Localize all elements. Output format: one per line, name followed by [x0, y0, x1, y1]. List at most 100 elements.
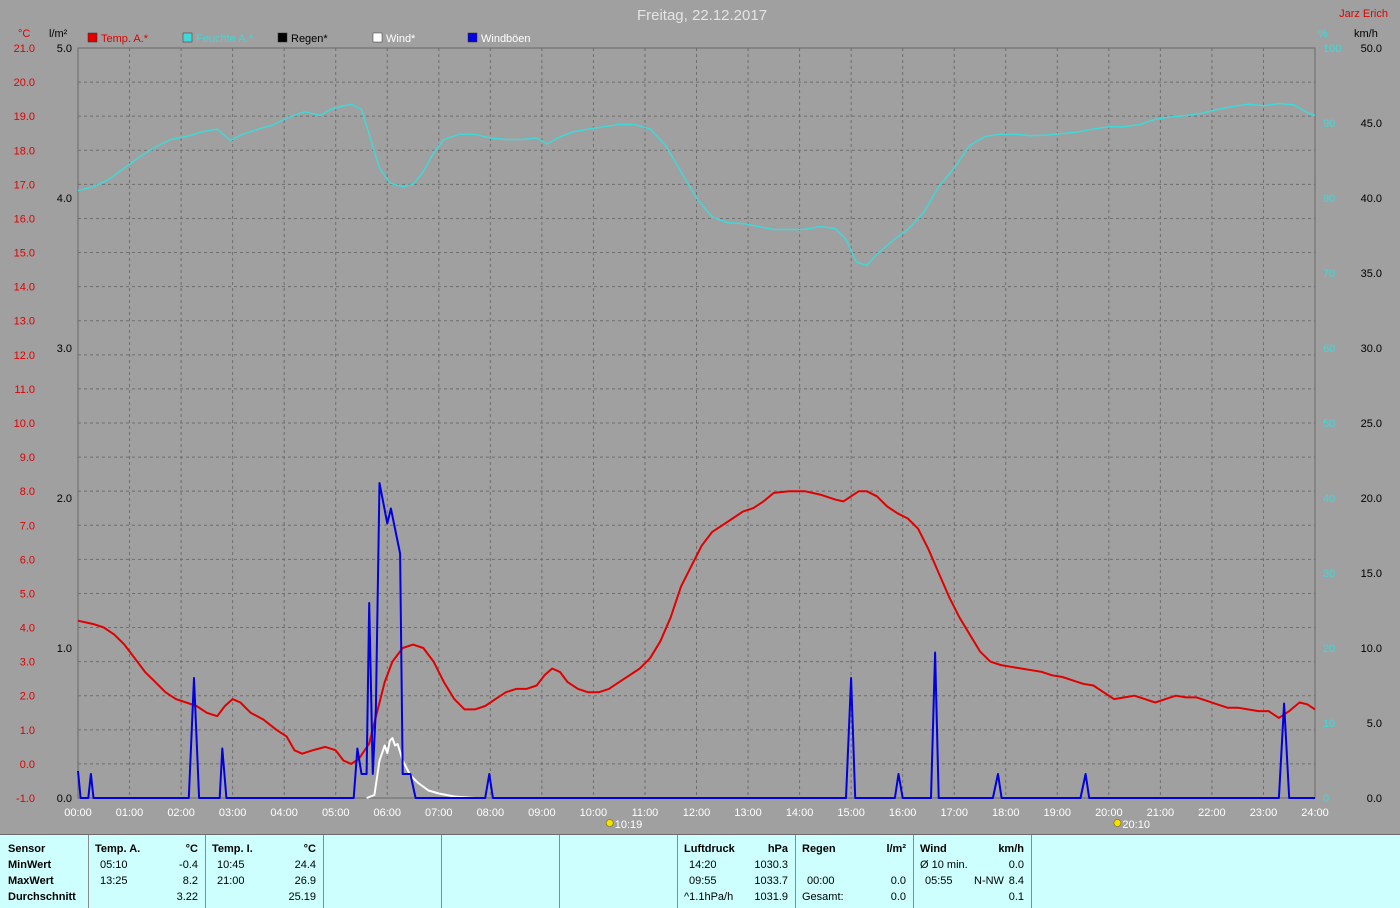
- legend-swatch: [467, 32, 478, 43]
- stats-temp-a-max-value: 8.2: [182, 875, 198, 887]
- stats-temp-i-max-time: 21:00: [217, 875, 245, 887]
- temp-tick-label: 2.0: [20, 691, 35, 703]
- time-marker-icon: [1113, 819, 1122, 827]
- stats-pressure-title: Luftdruck: [684, 843, 735, 855]
- legend-label: Regen*: [291, 33, 328, 45]
- chart-date-title: Freitag, 22.12.2017: [637, 7, 767, 24]
- stats-row-min-label: MinWert: [8, 859, 52, 871]
- time-tick-label: 20:00: [1095, 807, 1123, 819]
- time-tick-label: 23:00: [1250, 807, 1278, 819]
- humidity-tick-label: 0: [1323, 793, 1329, 805]
- time-tick-label: 21:00: [1147, 807, 1175, 819]
- stats-temp-i-min-value: 24.4: [294, 859, 316, 871]
- temp-tick-label: 17.0: [14, 179, 35, 191]
- time-tick-label: 14:00: [786, 807, 814, 819]
- time-tick-label: 19:00: [1044, 807, 1072, 819]
- time-tick-label: 07:00: [425, 807, 453, 819]
- legend-swatch: [182, 32, 193, 43]
- stats-temp-a-min-value: -0.4: [179, 859, 198, 871]
- wind-tick-label: 15.0: [1361, 568, 1382, 580]
- stats-wind-average: 0.1: [1008, 891, 1024, 903]
- stats-rain-time: 00:00: [807, 875, 835, 887]
- temp-tick-label: 13.0: [14, 316, 35, 328]
- stats-row-avg-label: Durchschnitt: [8, 891, 76, 903]
- stats-wind-avg-value: 0.0: [1008, 859, 1024, 871]
- stats-sensor-column: Sensor MinWert MaxWert Durchschnitt: [0, 835, 89, 908]
- temp-tick-label: 7.0: [20, 520, 35, 532]
- humidity-tick-label: 100: [1323, 43, 1341, 55]
- stats-wind-title: Wind: [920, 843, 947, 855]
- temp-tick-label: 10.0: [14, 418, 35, 430]
- rain-axis-unit: l/m²: [49, 28, 68, 40]
- stats-rain-title: Regen: [802, 843, 836, 855]
- stats-rain-column: Regen l/m² 00:00 0.0 Gesamt: 0.0: [796, 835, 914, 908]
- rain-tick-label: 3.0: [57, 343, 72, 355]
- time-tick-label: 09:00: [528, 807, 556, 819]
- wind-tick-label: 30.0: [1361, 343, 1382, 355]
- stats-pressure-max-time: 09:55: [689, 875, 717, 887]
- wind-tick-label: 20.0: [1361, 493, 1382, 505]
- stats-temp-a-column: Temp. A. °C 05:10 -0.4 13:25 8.2 3.22: [89, 835, 206, 908]
- stats-rain-value: 0.0: [890, 875, 906, 887]
- wind-tick-label: 35.0: [1361, 268, 1382, 280]
- humidity-tick-label: 30: [1323, 568, 1335, 580]
- humidity-axis-unit: %: [1318, 28, 1328, 40]
- temp-axis-unit: °C: [18, 28, 30, 40]
- stats-pressure-unit: hPa: [767, 843, 788, 855]
- stats-wind-max-direction: N-NW: [974, 875, 1004, 887]
- wind-axis-unit: km/h: [1354, 28, 1378, 40]
- stats-sensor-title: Sensor: [8, 843, 46, 855]
- legend-swatch: [277, 32, 288, 43]
- stats-rain-unit: l/m²: [886, 843, 906, 855]
- stats-empty-column-1: [324, 835, 442, 908]
- rain-tick-label: 5.0: [57, 43, 72, 55]
- stats-temp-a-max-time: 13:25: [100, 875, 128, 887]
- legend-swatch: [372, 32, 383, 43]
- humidity-tick-label: 90: [1323, 118, 1335, 130]
- author-label: Jarz Erich: [1339, 8, 1388, 20]
- chart-background: [0, 0, 1400, 832]
- temp-tick-label: 3.0: [20, 657, 35, 669]
- time-tick-label: 22:00: [1198, 807, 1226, 819]
- time-tick-label: 11:00: [632, 807, 659, 819]
- time-tick-label: 24:00: [1301, 807, 1329, 819]
- legend-label: Windböen: [481, 33, 531, 45]
- wind-tick-label: 45.0: [1361, 118, 1382, 130]
- temp-tick-label: 5.0: [20, 588, 35, 600]
- temp-tick-label: 0.0: [20, 759, 35, 771]
- weather-chart: Freitag, 22.12.2017 Jarz Erich °C l/m² %…: [0, 0, 1400, 832]
- stats-empty-column-3: [560, 835, 678, 908]
- humidity-tick-label: 20: [1323, 643, 1335, 655]
- stats-wind-column: Wind km/h Ø 10 min. 0.0 05:55 N-NW 8.4 0…: [914, 835, 1032, 908]
- humidity-tick-label: 60: [1323, 343, 1335, 355]
- temp-tick-label: 6.0: [20, 554, 35, 566]
- humidity-tick-label: 80: [1323, 193, 1335, 205]
- rain-tick-label: 0.0: [57, 793, 72, 805]
- time-marker-label: 10:19: [615, 819, 643, 831]
- humidity-tick-label: 10: [1323, 718, 1335, 730]
- stats-temp-i-unit: °C: [303, 843, 316, 855]
- stats-temp-a-average: 3.22: [176, 891, 198, 903]
- wind-tick-label: 40.0: [1361, 193, 1382, 205]
- stats-wind-max-value: 8.4: [1008, 875, 1024, 887]
- stats-rain-total: 0.0: [890, 891, 906, 903]
- stats-row-max-label: MaxWert: [8, 875, 54, 887]
- temp-tick-label: 4.0: [20, 623, 35, 635]
- stats-wind-unit: km/h: [998, 843, 1024, 855]
- time-tick-label: 04:00: [270, 807, 298, 819]
- wind-tick-label: 25.0: [1361, 418, 1382, 430]
- time-tick-label: 12:00: [683, 807, 711, 819]
- rain-tick-label: 1.0: [57, 643, 72, 655]
- time-tick-label: 15:00: [837, 807, 865, 819]
- statistics-panel: Sensor MinWert MaxWert Durchschnitt Temp…: [0, 834, 1400, 908]
- stats-rain-total-label: Gesamt:: [802, 891, 844, 903]
- stats-temp-i-average: 25.19: [288, 891, 316, 903]
- time-tick-label: 01:00: [116, 807, 144, 819]
- stats-wind-max-time: 05:55: [925, 875, 953, 887]
- temp-tick-label: 15.0: [14, 248, 35, 260]
- time-tick-label: 00:00: [64, 807, 92, 819]
- temp-tick-label: 16.0: [14, 213, 35, 225]
- legend-label: Wind*: [386, 33, 416, 45]
- legend-swatch: [87, 32, 98, 43]
- temp-tick-label: 12.0: [14, 350, 35, 362]
